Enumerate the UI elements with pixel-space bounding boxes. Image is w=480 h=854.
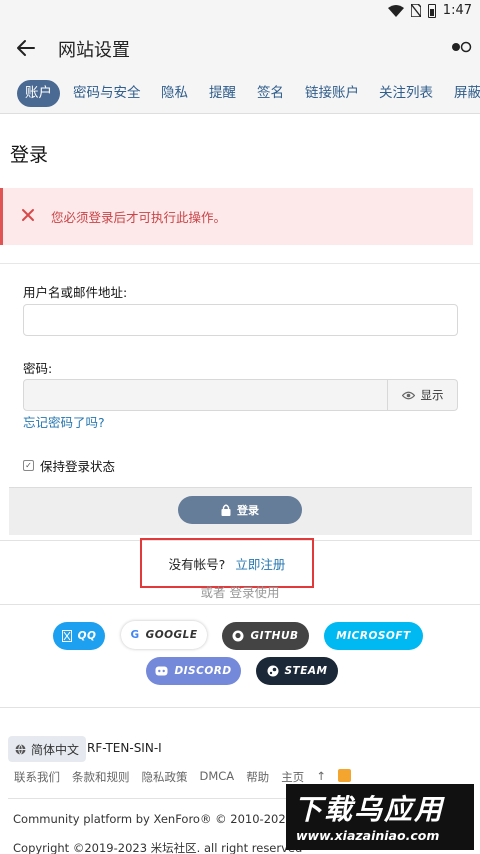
rss-icon[interactable] [337, 769, 351, 782]
qq-icon [61, 630, 72, 642]
app-bar: 网站设置 [0, 24, 480, 72]
password-label: 密码: [23, 361, 53, 376]
settings-tabs: 账户 密码与安全 隐私 提醒 签名 链接账户 关注列表 屏蔽 [0, 72, 480, 114]
footer-link-home[interactable]: 主页 [281, 769, 304, 785]
battery-icon [427, 3, 436, 18]
login-button-label: 登录 [237, 504, 259, 517]
back-arrow-icon[interactable] [14, 36, 38, 60]
language-label: 简体中文 [31, 742, 80, 757]
page-title: 登录 [10, 144, 49, 166]
divider [0, 707, 480, 708]
footer-link-contact[interactable]: 联系我们 [14, 769, 60, 785]
footer-link-dmca[interactable]: DMCA [200, 769, 235, 785]
footer-links: 联系我们 条款和规则 隐私政策 DMCA 帮助 主页 ↑ [14, 769, 351, 785]
username-label: 用户名或邮件地址: [23, 285, 128, 300]
app-bar-title: 网站设置 [58, 40, 130, 61]
copyright-site: Copyright ©2019-2023 米坛社区. all right res… [13, 841, 303, 854]
lock-icon [221, 504, 231, 516]
close-x-icon [22, 209, 34, 221]
register-prompt-text: 没有帐号? [168, 556, 226, 572]
forgot-password-link[interactable]: 忘记密码了吗? [23, 412, 105, 431]
microsoft-label: MICROSOFT [336, 630, 411, 642]
steam-login-button[interactable]: STEAM [256, 657, 338, 685]
google-label: GOOGLE [145, 629, 198, 641]
qq-label: QQ [77, 630, 97, 642]
tab-connected-accounts[interactable]: 链接账户 [305, 80, 359, 107]
steam-icon [267, 665, 278, 677]
qq-login-button[interactable]: QQ [53, 622, 105, 650]
login-button[interactable]: 登录 [178, 496, 302, 524]
tab-signature[interactable]: 签名 [257, 80, 284, 107]
checkbox-icon: ✓ [23, 460, 34, 471]
language-chooser[interactable]: 简体中文 [8, 736, 87, 762]
no-sim-icon [410, 4, 421, 17]
show-password-label: 显示 [420, 388, 444, 402]
github-label: GITHUB [250, 630, 299, 642]
remember-me-label: 保持登录状态 [40, 459, 116, 474]
tab-privacy[interactable]: 隐私 [161, 80, 188, 107]
google-g-icon: G [130, 629, 140, 641]
form-submit-row: 登录 [9, 487, 472, 535]
error-message: 您必须登录后才可执行此操作。 [51, 210, 227, 225]
tab-alerts[interactable]: 提醒 [209, 80, 236, 107]
tab-ignore[interactable]: 屏蔽 [454, 80, 480, 107]
tab-password-security[interactable]: 密码与安全 [73, 80, 141, 107]
eye-icon [401, 391, 415, 399]
error-banner: 您必须登录后才可执行此操作。 [0, 188, 473, 245]
discord-icon [155, 666, 168, 676]
watermark-url: www.xiazainiao.com [296, 828, 440, 843]
more-options-icon[interactable] [450, 38, 472, 56]
github-login-button[interactable]: GITHUB [222, 622, 309, 650]
or-login-with-text: 或者 登录使用 [200, 585, 280, 600]
steam-label: STEAM [284, 665, 328, 677]
wifi-icon [387, 4, 404, 17]
tab-following[interactable]: 关注列表 [379, 80, 433, 107]
github-icon [232, 630, 244, 642]
remember-me-checkbox[interactable]: ✓ 保持登录状态 [23, 456, 115, 475]
style-chooser[interactable]: RF-TEN-SIN-I [87, 741, 162, 755]
tab-account[interactable]: 账户 [17, 80, 60, 107]
password-field-group: 显示 [23, 379, 458, 411]
watermark-logo: 下载乌应用 www.xiazainiao.com [286, 784, 474, 850]
watermark-title: 下载乌应用 [294, 793, 445, 826]
microsoft-login-button[interactable]: MICROSOFT [324, 622, 423, 650]
show-password-button[interactable]: 显示 [387, 380, 457, 410]
google-login-button[interactable]: G GOOGLE [121, 621, 207, 649]
register-link[interactable]: 立即注册 [235, 554, 285, 573]
footer-link-privacy[interactable]: 隐私政策 [142, 769, 188, 785]
footer-link-terms[interactable]: 条款和规则 [72, 769, 130, 785]
status-bar: 1:47 [0, 0, 480, 24]
divider [0, 604, 480, 605]
globe-icon [15, 743, 26, 755]
status-time: 1:47 [442, 3, 472, 18]
register-prompt: 没有帐号? 立即注册 [140, 538, 314, 588]
discord-label: DISCORD [174, 665, 232, 677]
username-input[interactable] [23, 304, 458, 336]
footer-link-help[interactable]: 帮助 [246, 769, 269, 785]
discord-login-button[interactable]: DISCORD [146, 657, 241, 685]
footer-link-top[interactable]: ↑ [316, 769, 326, 785]
status-icons: 1:47 [387, 3, 472, 18]
password-input[interactable] [24, 380, 387, 410]
